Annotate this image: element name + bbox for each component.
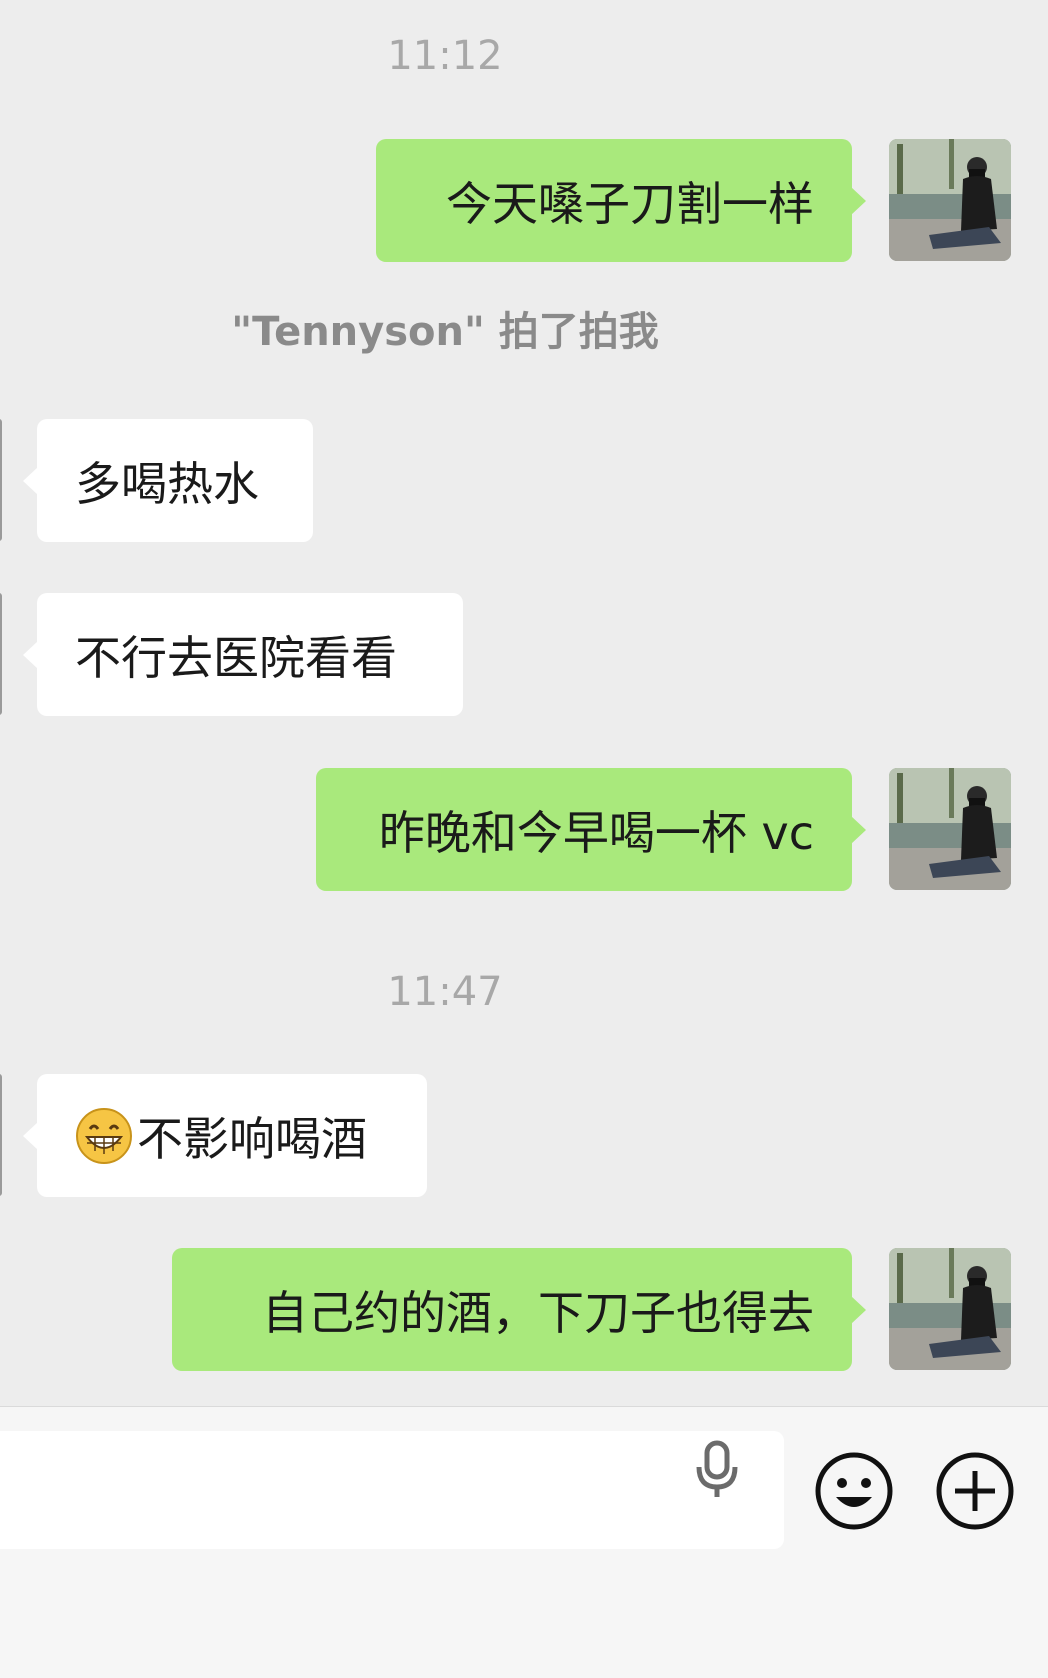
message-bubble-outgoing[interactable]: 自己约的酒，下刀子也得去 <box>172 1248 866 1371</box>
chat-area[interactable]: 11:12 今天嗓子刀割一样 "Tennyson" 拍了拍我 多喝热水 不行去医… <box>0 0 1048 1406</box>
timestamp: 11:47 <box>387 969 503 1015</box>
message-bubble-incoming[interactable]: 不行去医院看看 <box>23 593 463 716</box>
contact-avatar[interactable] <box>0 419 2 541</box>
message-bubble-incoming[interactable]: 多喝热水 <box>23 419 313 542</box>
my-avatar[interactable] <box>889 1248 1011 1370</box>
message-bubble-outgoing[interactable]: 今天嗓子刀割一样 <box>376 139 866 262</box>
input-bar <box>0 1406 1048 1678</box>
message-text: 昨晚和今早喝一杯 vc <box>378 805 814 860</box>
message-text: 多喝热水 <box>75 456 259 511</box>
contact-avatar[interactable] <box>0 1074 2 1196</box>
message-text: 不影响喝酒 <box>137 1111 367 1166</box>
message-text: 今天嗓子刀割一样 <box>446 176 814 231</box>
contact-avatar[interactable] <box>0 593 2 715</box>
plus-circle-icon[interactable] <box>935 1451 1015 1531</box>
message-text: 不行去医院看看 <box>75 630 397 685</box>
my-avatar[interactable] <box>889 139 1011 261</box>
grinning-face-emoji <box>75 1107 133 1165</box>
emoji-face-icon[interactable] <box>814 1451 894 1531</box>
message-bubble-outgoing[interactable]: 昨晚和今早喝一杯 vc <box>316 768 866 891</box>
message-bubble-incoming[interactable]: 不影响喝酒 <box>23 1074 427 1197</box>
message-input[interactable] <box>0 1431 784 1549</box>
timestamp: 11:12 <box>387 33 503 79</box>
my-avatar[interactable] <box>889 768 1011 890</box>
pat-notice: "Tennyson" 拍了拍我 <box>231 309 659 355</box>
microphone-icon[interactable] <box>690 1439 744 1501</box>
message-text: 自己约的酒，下刀子也得去 <box>262 1285 814 1340</box>
